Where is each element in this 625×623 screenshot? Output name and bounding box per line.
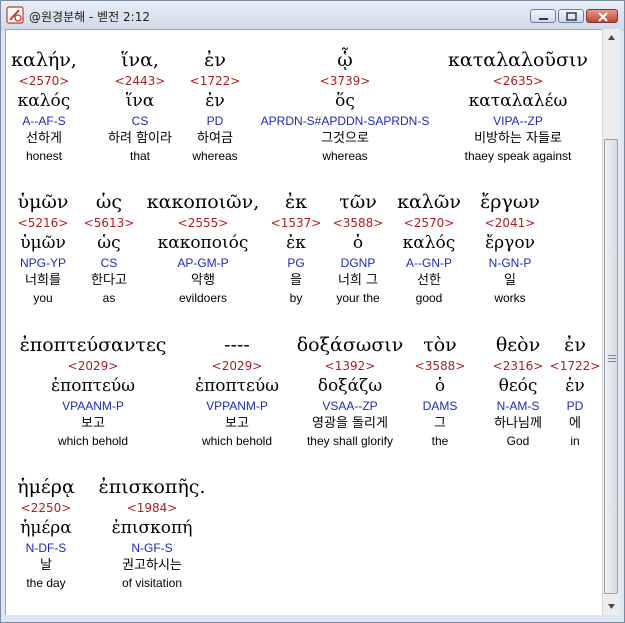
word-korean: 에 xyxy=(569,416,581,431)
word-lemma: ἔργον xyxy=(485,233,535,253)
word-strongs-number: <2635> xyxy=(492,74,544,88)
word-strongs-number: <1722> xyxy=(549,359,601,373)
maximize-button[interactable] xyxy=(558,9,584,23)
word-column[interactable]: καταλαλοῦσιν <2635> καταλαλέω VIPA--ZP 비방하는 … xyxy=(428,47,604,164)
corner-box xyxy=(10,31,64,48)
interlinear-content: καλήν, <2570> καλός A--AF-S 선하게 honest ἵνα, <24… xyxy=(5,29,605,617)
word-english: of visitation xyxy=(121,576,183,590)
word-korean: 그것으로 xyxy=(321,131,369,146)
word-english: whereas xyxy=(322,149,368,163)
status-bar xyxy=(1,615,624,622)
title-bar[interactable]: @원경분해 - 벧전 2:12 xyxy=(1,1,624,31)
word-greek: ἐπισκοπῆς. xyxy=(98,476,206,498)
word-column[interactable]: ἐν <1722> ἐν PD 에 in xyxy=(485,332,604,449)
word-lemma: ἐπισκοπή xyxy=(111,518,193,538)
word-strongs-number: <1984> xyxy=(126,501,178,515)
word-strongs-number: <2041> xyxy=(484,216,536,230)
word-lemma: καταλαλέω xyxy=(468,91,568,111)
word-greek: ἔργων xyxy=(480,191,540,213)
word-english: in xyxy=(570,434,580,448)
word-parsing: N-GF-S xyxy=(131,541,173,555)
word-english: works xyxy=(494,291,526,305)
window-title: @원경분해 - 벧전 2:12 xyxy=(29,10,150,24)
word-lemma: ὅς xyxy=(335,91,355,111)
grip-icon xyxy=(608,358,616,359)
scroll-thumb[interactable] xyxy=(604,139,618,594)
scroll-up-icon[interactable] xyxy=(603,29,620,46)
word-greek: καταλαλοῦσιν xyxy=(448,49,588,71)
close-button[interactable] xyxy=(586,9,618,23)
word-korean: 비방하는 자들로 xyxy=(474,131,562,146)
word-greek: ᾧ xyxy=(337,49,353,71)
word-parsing: APRDN-S#APDDN-SAPRDN-S xyxy=(260,114,430,128)
word-lemma: ἐν xyxy=(565,376,585,396)
word-column[interactable]: ἐπισκοπῆς. <1984> ἐπισκοπή N-GF-S 권고하시는 of vi… xyxy=(62,474,242,591)
word-english: thaey speak against xyxy=(464,149,572,163)
word-parsing: PD xyxy=(566,399,584,413)
vertical-scrollbar[interactable] xyxy=(602,29,620,615)
minimize-button[interactable] xyxy=(530,9,556,23)
word-column[interactable]: ᾧ <3739> ὅς APRDN-S#APDDN-SAPRDN-S 그것으로 where… xyxy=(255,47,435,164)
word-greek: ἐν xyxy=(564,334,586,356)
scroll-down-icon[interactable] xyxy=(603,598,620,615)
word-parsing: N-GN-P xyxy=(488,256,532,270)
word-korean: 권고하시는 xyxy=(122,558,182,573)
word-korean: 일 xyxy=(504,273,516,288)
main-window: @원경분해 - 벧전 2:12 καλήν, <2570> καλός A--AF-S… xyxy=(0,0,625,623)
word-parsing: VIPA--ZP xyxy=(493,114,543,128)
word-column[interactable]: ἔργων <2041> ἔργον N-GN-P 일 works xyxy=(420,189,600,306)
app-logo-icon[interactable] xyxy=(6,6,24,24)
word-strongs-number: <3739> xyxy=(319,74,371,88)
